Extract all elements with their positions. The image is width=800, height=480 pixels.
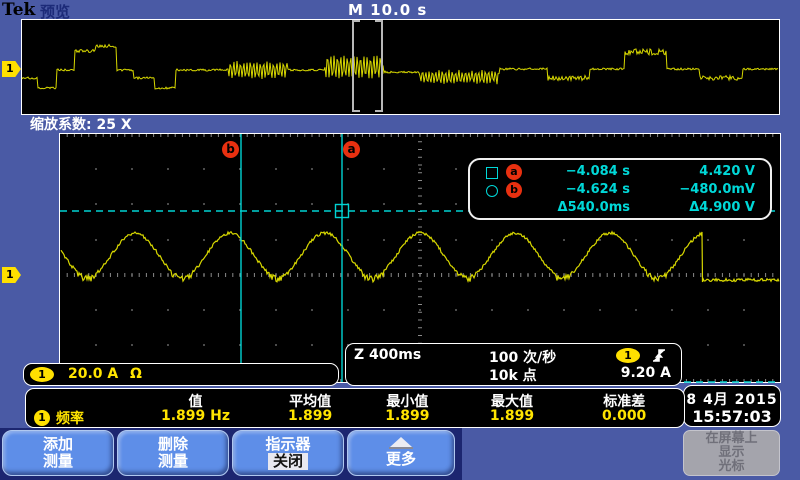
tek-logo: Tek <box>2 0 36 20</box>
meas-stddev: 0.000 <box>602 408 647 424</box>
cursor-a-handle[interactable]: a <box>343 141 360 158</box>
date-readout: 8 4月 2015 <box>686 392 778 408</box>
cursor-delta-value: Δ4.900 V <box>689 200 755 215</box>
channel1-readout-box[interactable]: 1 20.0 A Ω <box>23 363 339 386</box>
zoom-timebase-readout: Z 400ms <box>354 347 422 363</box>
main-timebase-readout: M 10.0 s <box>348 1 428 19</box>
waveform-rate-readout: 100 次/秒 <box>489 350 557 366</box>
more-button[interactable]: 更多 <box>347 430 455 476</box>
show-cursors-onscreen-button-disabled[interactable]: 在屏幕上 显示 光标 <box>683 430 780 476</box>
trigger-rising-edge-icon <box>653 349 665 362</box>
main-channel1-tag[interactable]: 1 <box>2 267 21 283</box>
cursor-b-handle[interactable]: b <box>222 141 239 158</box>
time-readout: 15:57:03 <box>692 407 772 426</box>
delete-measurement-button[interactable]: 删除 测量 <box>117 430 229 476</box>
trigger-level-readout: 9.20 A <box>620 365 671 381</box>
cursor-b-circle-icon <box>486 185 498 197</box>
meas-value: 1.899 Hz <box>160 408 231 424</box>
meas-mean: 1.899 <box>288 408 333 424</box>
channel1-coupling-ohm: Ω <box>130 366 142 382</box>
cursor-b-badge: b <box>506 182 522 198</box>
meas-channel-badge: 1 <box>34 409 50 426</box>
indicator-off-button[interactable]: 指示器 关闭 <box>232 430 344 476</box>
zoom-factor-label: 缩放系数: 25 X <box>30 117 132 133</box>
add-measurement-button[interactable]: 添加 测量 <box>2 430 114 476</box>
record-length-readout: 10k 点 <box>489 368 537 384</box>
cursor-b-value: −480.0mV <box>679 182 755 197</box>
waveform-overview-panel <box>21 19 780 115</box>
meas-max: 1.899 <box>489 408 535 424</box>
meas-name: 频率 <box>56 410 84 427</box>
overview-channel1-tag[interactable]: 1 <box>2 61 21 77</box>
channel1-badge: 1 <box>30 367 54 382</box>
indicator-state-selected: 关闭 <box>267 452 308 471</box>
channel1-scale: 20.0 A <box>68 366 119 382</box>
cursor-delta-time: Δ540.0ms <box>557 200 630 215</box>
cursor-a-value: 4.420 V <box>699 164 755 179</box>
cursor-readout-box: a −4.084 s 4.420 V b −4.624 s −480.0mV Δ… <box>468 158 772 220</box>
cursor-a-badge: a <box>506 164 522 180</box>
measurement-row: 1 频率 1.899 Hz 1.899 1.899 1.899 0.000 <box>26 408 684 427</box>
acquisition-readout-box[interactable]: Z 400ms 100 次/秒 10k 点 1 9.20 A <box>345 343 682 386</box>
cursor-a-square-icon <box>486 167 498 179</box>
cursor-a-time: −4.084 s <box>565 164 630 179</box>
measurement-table: 值 平均值 最小值 最大值 标准差 1 频率 1.899 Hz 1.899 1.… <box>25 388 685 428</box>
meas-min: 1.899 <box>385 408 430 424</box>
trigger-source-badge: 1 <box>616 348 640 363</box>
more-up-arrow-icon <box>390 437 412 448</box>
cursor-b-time: −4.624 s <box>565 182 630 197</box>
datetime-box: 8 4月 2015 15:57:03 <box>683 385 781 427</box>
oscilloscope-screen: Tek 预览 M 10.0 s 1 缩放系数: 25 X 1 b a a −4.… <box>0 0 800 480</box>
